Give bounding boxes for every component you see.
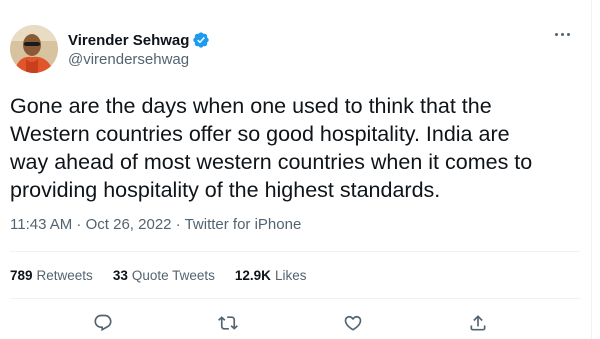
tweet-date[interactable]: Oct 26, 2022	[86, 216, 172, 233]
meta-separator: ·	[72, 216, 86, 233]
tweet-source[interactable]: Twitter for iPhone	[185, 216, 302, 233]
display-name[interactable]: Virender Sehwag	[68, 32, 189, 49]
tweet-card: Virender Sehwag @virendersehwag Gone are…	[0, 0, 600, 339]
profile-photo-icon	[10, 25, 58, 73]
more-options-icon[interactable]	[555, 26, 570, 42]
avatar[interactable]	[10, 25, 58, 73]
retweets-stat[interactable]: 789 Retweets	[10, 268, 93, 283]
tweet-meta: 11:43 AM · Oct 26, 2022 · Twitter for iP…	[10, 216, 301, 233]
quote-tweets-stat[interactable]: 33 Quote Tweets	[113, 268, 215, 283]
action-bar	[0, 312, 580, 334]
heart-icon[interactable]	[342, 312, 364, 334]
column-border	[591, 0, 592, 339]
tweet-header: Virender Sehwag @virendersehwag	[10, 25, 210, 73]
meta-separator: ·	[171, 216, 185, 233]
divider	[10, 298, 580, 299]
retweet-icon[interactable]	[217, 312, 239, 334]
user-handle[interactable]: @virendersehwag	[68, 51, 210, 68]
divider	[10, 251, 580, 252]
verified-badge-icon	[192, 31, 210, 49]
likes-stat[interactable]: 12.9K Likes	[235, 268, 307, 283]
tweet-time[interactable]: 11:43 AM	[10, 216, 72, 233]
tweet-text: Gone are the days when one used to think…	[10, 94, 533, 202]
reply-icon[interactable]	[92, 312, 114, 334]
share-icon[interactable]	[467, 312, 489, 334]
tweet-stats: 789 Retweets 33 Quote Tweets 12.9K Likes	[10, 268, 326, 283]
